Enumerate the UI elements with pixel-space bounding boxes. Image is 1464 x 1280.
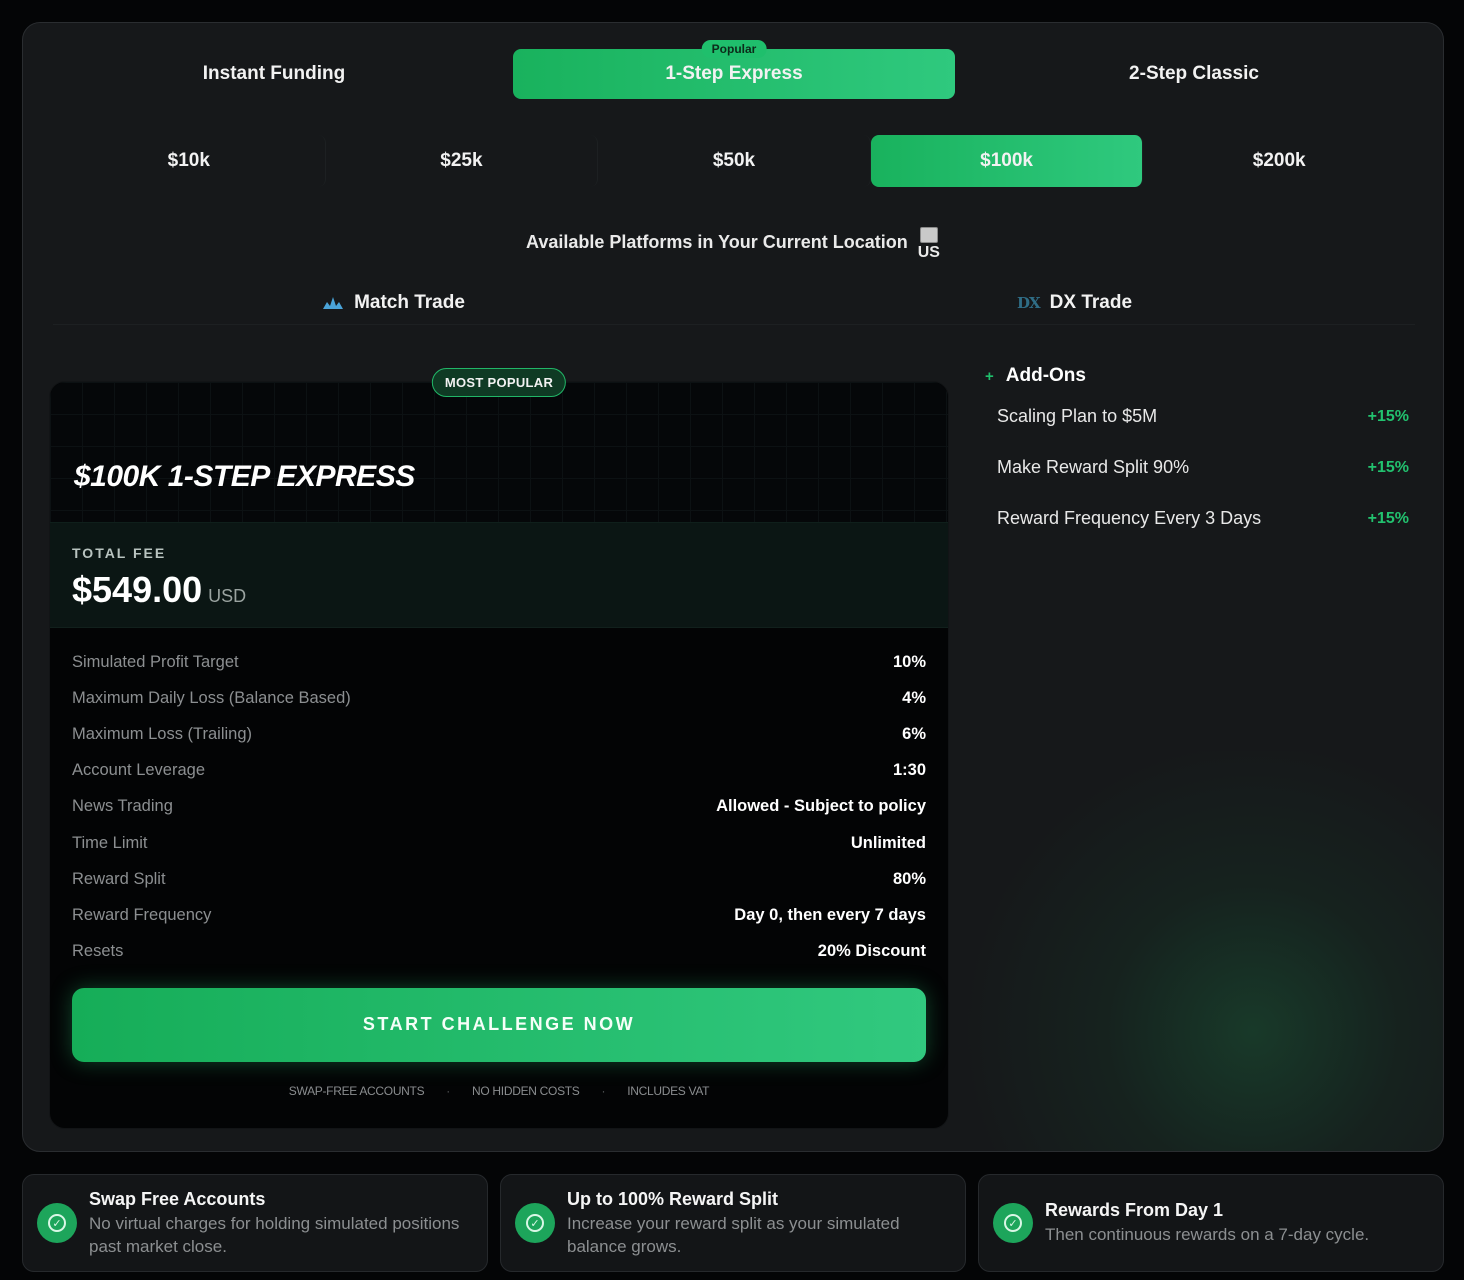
spec-value: 1:30 xyxy=(892,761,926,780)
addon-price: +15% xyxy=(1367,509,1409,527)
perk-item: SWAP-FREE ACCOUNTS xyxy=(288,1083,425,1098)
platform-label: Match Trade xyxy=(354,291,465,313)
start-challenge-button[interactable]: START CHALLENGE NOW xyxy=(72,987,926,1062)
addon-label: Scaling Plan to $5M xyxy=(997,406,1158,426)
spec-label: Time Limit xyxy=(72,833,148,852)
separator-dot: · xyxy=(446,1083,450,1098)
tab-instant-funding[interactable]: Instant Funding xyxy=(53,49,495,99)
spec-label: Account Leverage xyxy=(72,761,206,780)
country-code: US xyxy=(917,244,940,261)
addon-price: +15% xyxy=(1367,407,1409,425)
spec-row: Reward Split 80% xyxy=(72,861,926,897)
spec-value: 6% xyxy=(902,724,926,743)
platform-location-heading: Available Platforms in Your Current Loca… xyxy=(23,223,1443,261)
plan-card-header: MOST POPULAR $100K 1-STEP EXPRESS xyxy=(50,368,948,522)
program-tabs: Instant Funding Popular 1-Step Express 2… xyxy=(53,40,1415,99)
spec-value: 4% xyxy=(902,688,926,707)
platform-match-trade[interactable]: Match Trade xyxy=(53,281,734,324)
spec-label: Simulated Profit Target xyxy=(72,652,239,671)
size-50k[interactable]: $50k xyxy=(598,135,871,187)
plan-specs: Simulated Profit Target 10% Maximum Daily… xyxy=(50,628,948,970)
addon-label: Reward Frequency Every 3 Days xyxy=(997,508,1262,528)
fee-box: TOTAL FEE $549.00 USD xyxy=(50,522,948,628)
perk-item: NO HIDDEN COSTS xyxy=(472,1083,580,1098)
feature-card: ✓ Up to 100% Reward Split Increase your … xyxy=(500,1174,966,1272)
spec-value: 80% xyxy=(892,869,926,888)
spec-label: Maximum Daily Loss (Balance Based) xyxy=(72,688,351,707)
add-ons-header: + Add-Ons xyxy=(985,361,1413,391)
country-flag-icon: US xyxy=(918,227,940,261)
spec-row: Time Limit Unlimited xyxy=(72,825,926,861)
popular-badge: Popular xyxy=(701,40,767,58)
plan-card: MOST POPULAR $100K 1-STEP EXPRESS TOTAL … xyxy=(49,368,949,1129)
spec-row: Maximum Loss (Trailing) 6% xyxy=(72,716,926,752)
plan-selector-panel: Instant Funding Popular 1-Step Express 2… xyxy=(22,22,1444,1152)
tab-label: 1-Step Express xyxy=(665,63,803,84)
addon-reward-frequency[interactable]: Reward Frequency Every 3 Days +15% xyxy=(985,493,1413,544)
spec-value: 20% Discount xyxy=(817,942,926,961)
separator-dot: · xyxy=(601,1083,606,1098)
size-10k[interactable]: $10k xyxy=(53,135,326,187)
size-200k[interactable]: $200k xyxy=(1143,135,1415,187)
background-glow xyxy=(943,751,1443,1151)
plan-title: $100K 1-STEP EXPRESS xyxy=(74,460,415,493)
feature-title: Up to 100% Reward Split xyxy=(567,1188,779,1209)
spec-label: Reward Split xyxy=(72,869,166,888)
platform-label: DX Trade xyxy=(1049,291,1133,313)
broken-image-icon xyxy=(919,227,938,243)
spec-label: News Trading xyxy=(72,797,173,816)
check-circle-icon: ✓ xyxy=(37,1203,77,1243)
plan-perks: SWAP-FREE ACCOUNTS · NO HIDDEN COSTS · I… xyxy=(50,1084,948,1098)
add-ons-title: Add-Ons xyxy=(1005,365,1086,386)
spec-label: Reward Frequency xyxy=(72,905,212,924)
spec-row: Reward Frequency Day 0, then every 7 days xyxy=(72,897,926,933)
account-size-tabs: $10k $25k $50k $100k $200k xyxy=(53,135,1415,187)
feature-cards: ✓ Swap Free Accounts No virtual charges … xyxy=(22,1174,1444,1272)
feature-card: ✓ Rewards From Day 1 Then continuous rew… xyxy=(978,1174,1444,1272)
spec-value: Allowed - Subject to policy xyxy=(716,797,926,816)
perk-item: INCLUDES VAT xyxy=(627,1083,710,1098)
fee-currency: USD xyxy=(208,586,247,606)
platform-dx-trade[interactable]: DX DX Trade xyxy=(734,281,1415,324)
spec-value: Unlimited xyxy=(850,833,926,852)
addon-scaling-plan[interactable]: Scaling Plan to $5M +15% xyxy=(985,391,1413,442)
check-circle-icon: ✓ xyxy=(515,1203,555,1243)
spec-label: Maximum Loss (Trailing) xyxy=(72,724,253,743)
most-popular-badge: MOST POPULAR xyxy=(431,368,567,397)
plus-icon: + xyxy=(985,367,994,385)
tab-1-step-express[interactable]: Popular 1-Step Express xyxy=(513,40,955,99)
spec-row: News Trading Allowed - Subject to policy xyxy=(72,789,926,825)
size-25k[interactable]: $25k xyxy=(326,135,599,187)
add-ons-section: + Add-Ons Scaling Plan to $5M +15% Make R… xyxy=(985,361,1413,544)
check-circle-icon: ✓ xyxy=(993,1203,1033,1243)
spec-value: Day 0, then every 7 days xyxy=(734,905,926,924)
size-100k[interactable]: $100k xyxy=(870,135,1144,187)
tab-2-step-classic[interactable]: 2-Step Classic xyxy=(973,49,1415,99)
fee-amount: $549.00 xyxy=(72,569,203,610)
feature-desc: No virtual charges for holding simulated… xyxy=(89,1213,460,1256)
platform-tabs: Match Trade DX DX Trade xyxy=(53,281,1415,325)
spec-row: Simulated Profit Target 10% xyxy=(72,644,926,680)
feature-title: Rewards From Day 1 xyxy=(1045,1200,1224,1220)
addon-price: +15% xyxy=(1367,458,1409,476)
spec-row: Account Leverage 1:30 xyxy=(72,753,926,789)
spec-row: Resets 20% Discount xyxy=(72,934,926,970)
feature-desc: Then continuous rewards on a 7-day cycle… xyxy=(1045,1225,1370,1244)
location-text: Available Platforms in Your Current Loca… xyxy=(526,231,908,252)
match-trade-logo-icon xyxy=(323,296,344,309)
feature-title: Swap Free Accounts xyxy=(89,1188,266,1209)
spec-value: 10% xyxy=(892,652,926,671)
feature-card: ✓ Swap Free Accounts No virtual charges … xyxy=(22,1174,488,1272)
spec-row: Maximum Daily Loss (Balance Based) 4% xyxy=(72,680,926,716)
spec-label: Resets xyxy=(72,942,124,961)
dx-trade-logo-icon: DX xyxy=(1016,293,1041,312)
fee-label: TOTAL FEE xyxy=(72,545,167,561)
feature-desc: Increase your reward split as your simul… xyxy=(567,1213,900,1256)
addon-label: Make Reward Split 90% xyxy=(997,457,1190,477)
addon-reward-split[interactable]: Make Reward Split 90% +15% xyxy=(985,442,1413,493)
